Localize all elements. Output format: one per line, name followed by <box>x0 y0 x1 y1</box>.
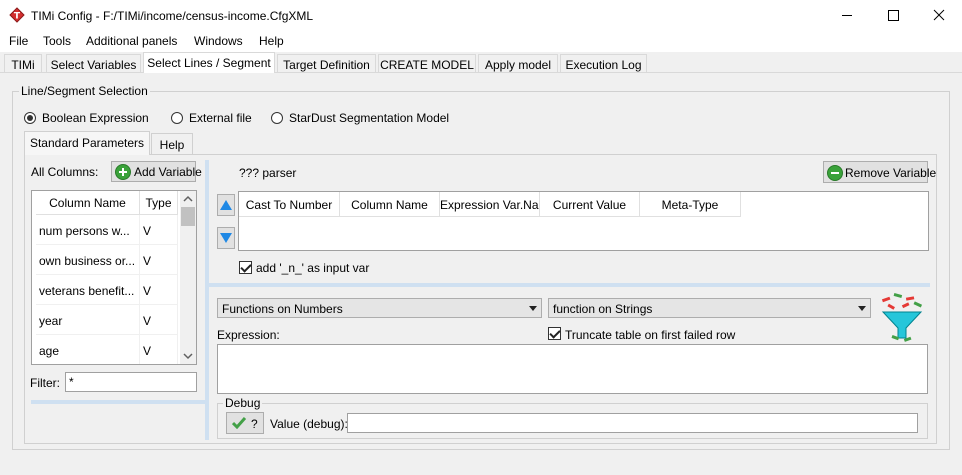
subtab-standard-parameters[interactable]: Standard Parameters <box>24 131 150 155</box>
tab-execution-log[interactable]: Execution Log <box>560 54 647 72</box>
check-icon <box>232 417 246 429</box>
list-item[interactable]: year <box>36 305 140 335</box>
move-up-button[interactable] <box>217 194 235 216</box>
radio-external-file[interactable] <box>171 112 183 124</box>
list-item-type: V <box>140 305 178 335</box>
radio-stardust-segmentation[interactable] <box>271 112 283 124</box>
header-column-name[interactable]: Column Name <box>36 191 140 215</box>
expression-textarea[interactable] <box>217 344 928 394</box>
functions-numbers-dropdown[interactable]: Functions on Numbers <box>217 298 542 318</box>
filter-label: Filter: <box>30 376 60 390</box>
move-down-button[interactable] <box>217 227 235 249</box>
header-current-value[interactable]: Current Value <box>540 192 640 217</box>
remove-variable-button[interactable]: Remove Variable <box>823 161 936 183</box>
tab-create-model[interactable]: CREATE MODEL <box>378 54 476 72</box>
tab-timi[interactable]: TIMi <box>4 54 42 72</box>
truncate-checkbox[interactable] <box>548 327 561 340</box>
header-expression-var-name[interactable]: Expression Var.Name <box>440 192 540 217</box>
list-item[interactable]: num persons w... <box>36 215 140 245</box>
add-n-label: add '_n_' as input var <box>256 261 370 275</box>
parser-label: ??? parser <box>239 166 297 180</box>
filter-input[interactable] <box>65 372 197 392</box>
menu-windows[interactable]: Windows <box>194 35 243 47</box>
chevron-down-icon <box>529 306 537 311</box>
debug-title: Debug <box>223 396 263 410</box>
expression-label: Expression: <box>217 328 280 342</box>
vertical-splitter[interactable] <box>205 160 209 440</box>
menu-help[interactable]: Help <box>259 35 284 47</box>
close-button[interactable] <box>916 0 962 31</box>
add-variable-label: Add Variable <box>134 165 202 179</box>
value-debug-label: Value (debug): <box>270 417 348 431</box>
arrow-down-icon <box>220 233 232 243</box>
arrow-up-icon <box>220 200 232 210</box>
radio-stardust-segmentation-label: StarDust Segmentation Model <box>289 111 450 125</box>
timi-app-icon: T <box>9 7 25 23</box>
debug-run-button[interactable]: ? <box>226 412 264 434</box>
maximize-button[interactable] <box>870 0 916 31</box>
list-item-type: V <box>140 245 178 275</box>
list-item[interactable]: own business or... <box>36 245 140 275</box>
functions-strings-dropdown[interactable]: function on Strings <box>548 298 871 318</box>
list-item-type: V <box>140 335 178 364</box>
list-item[interactable]: veterans benefit... <box>36 275 140 305</box>
scroll-up-icon[interactable] <box>180 191 196 207</box>
chevron-down-icon <box>858 306 866 311</box>
add-icon <box>115 164 131 180</box>
value-debug-input[interactable] <box>347 413 918 433</box>
minimize-icon <box>842 15 852 16</box>
add-n-checkbox[interactable] <box>239 261 252 274</box>
radio-external-file-label: External file <box>189 111 252 125</box>
header-column-name-right[interactable]: Column Name <box>340 192 440 217</box>
header-meta-type[interactable]: Meta-Type <box>640 192 741 217</box>
functions-numbers-value: Functions on Numbers <box>222 302 343 316</box>
header-type[interactable]: Type <box>140 191 178 215</box>
all-columns-label: All Columns: <box>31 165 99 179</box>
list-scrollbar[interactable] <box>180 191 196 364</box>
header-cast-to-number[interactable]: Cast To Number <box>239 192 340 217</box>
minimize-button[interactable] <box>824 0 870 31</box>
remove-variable-label: Remove Variable <box>845 166 937 180</box>
scroll-down-icon[interactable] <box>180 348 196 364</box>
subtab-help[interactable]: Help <box>151 133 193 154</box>
truncate-label: Truncate table on first failed row <box>565 328 736 342</box>
svg-text:T: T <box>14 12 21 22</box>
functions-strings-value: function on Strings <box>553 302 653 316</box>
window-title: TIMi Config - F:/TIMi/income/census-inco… <box>31 9 314 23</box>
tab-select-variables[interactable]: Select Variables <box>46 54 141 72</box>
scrollbar-thumb[interactable] <box>181 207 195 226</box>
list-item-type: V <box>140 275 178 305</box>
list-item-type: V <box>140 215 178 245</box>
list-item[interactable]: age <box>36 335 140 364</box>
radio-boolean-expression[interactable] <box>24 112 36 124</box>
menu-additional-panels[interactable]: Additional panels <box>86 35 177 47</box>
right-splitter-horizontal[interactable] <box>209 283 930 287</box>
tab-target-definition[interactable]: Target Definition <box>277 54 376 72</box>
group-title: Line/Segment Selection <box>19 84 150 98</box>
radio-boolean-expression-label: Boolean Expression <box>42 111 149 125</box>
remove-icon <box>827 165 843 181</box>
tab-apply-model[interactable]: Apply model <box>478 54 558 72</box>
variables-table: Cast To Number Column Name Expression Va… <box>238 191 929 251</box>
filter-funnel-icon[interactable] <box>878 292 926 344</box>
add-variable-button[interactable]: Add Variable <box>111 161 202 182</box>
close-icon <box>933 9 945 21</box>
left-splitter-horizontal[interactable] <box>31 400 205 404</box>
maximize-icon <box>888 10 899 21</box>
menu-tools[interactable]: Tools <box>43 35 71 47</box>
menu-file[interactable]: File <box>9 35 28 47</box>
debug-button-label: ? <box>251 417 258 431</box>
tab-select-lines-segment[interactable]: Select Lines / Segment <box>143 52 275 73</box>
columns-list: Column Name Type num persons w... V own … <box>31 190 197 365</box>
